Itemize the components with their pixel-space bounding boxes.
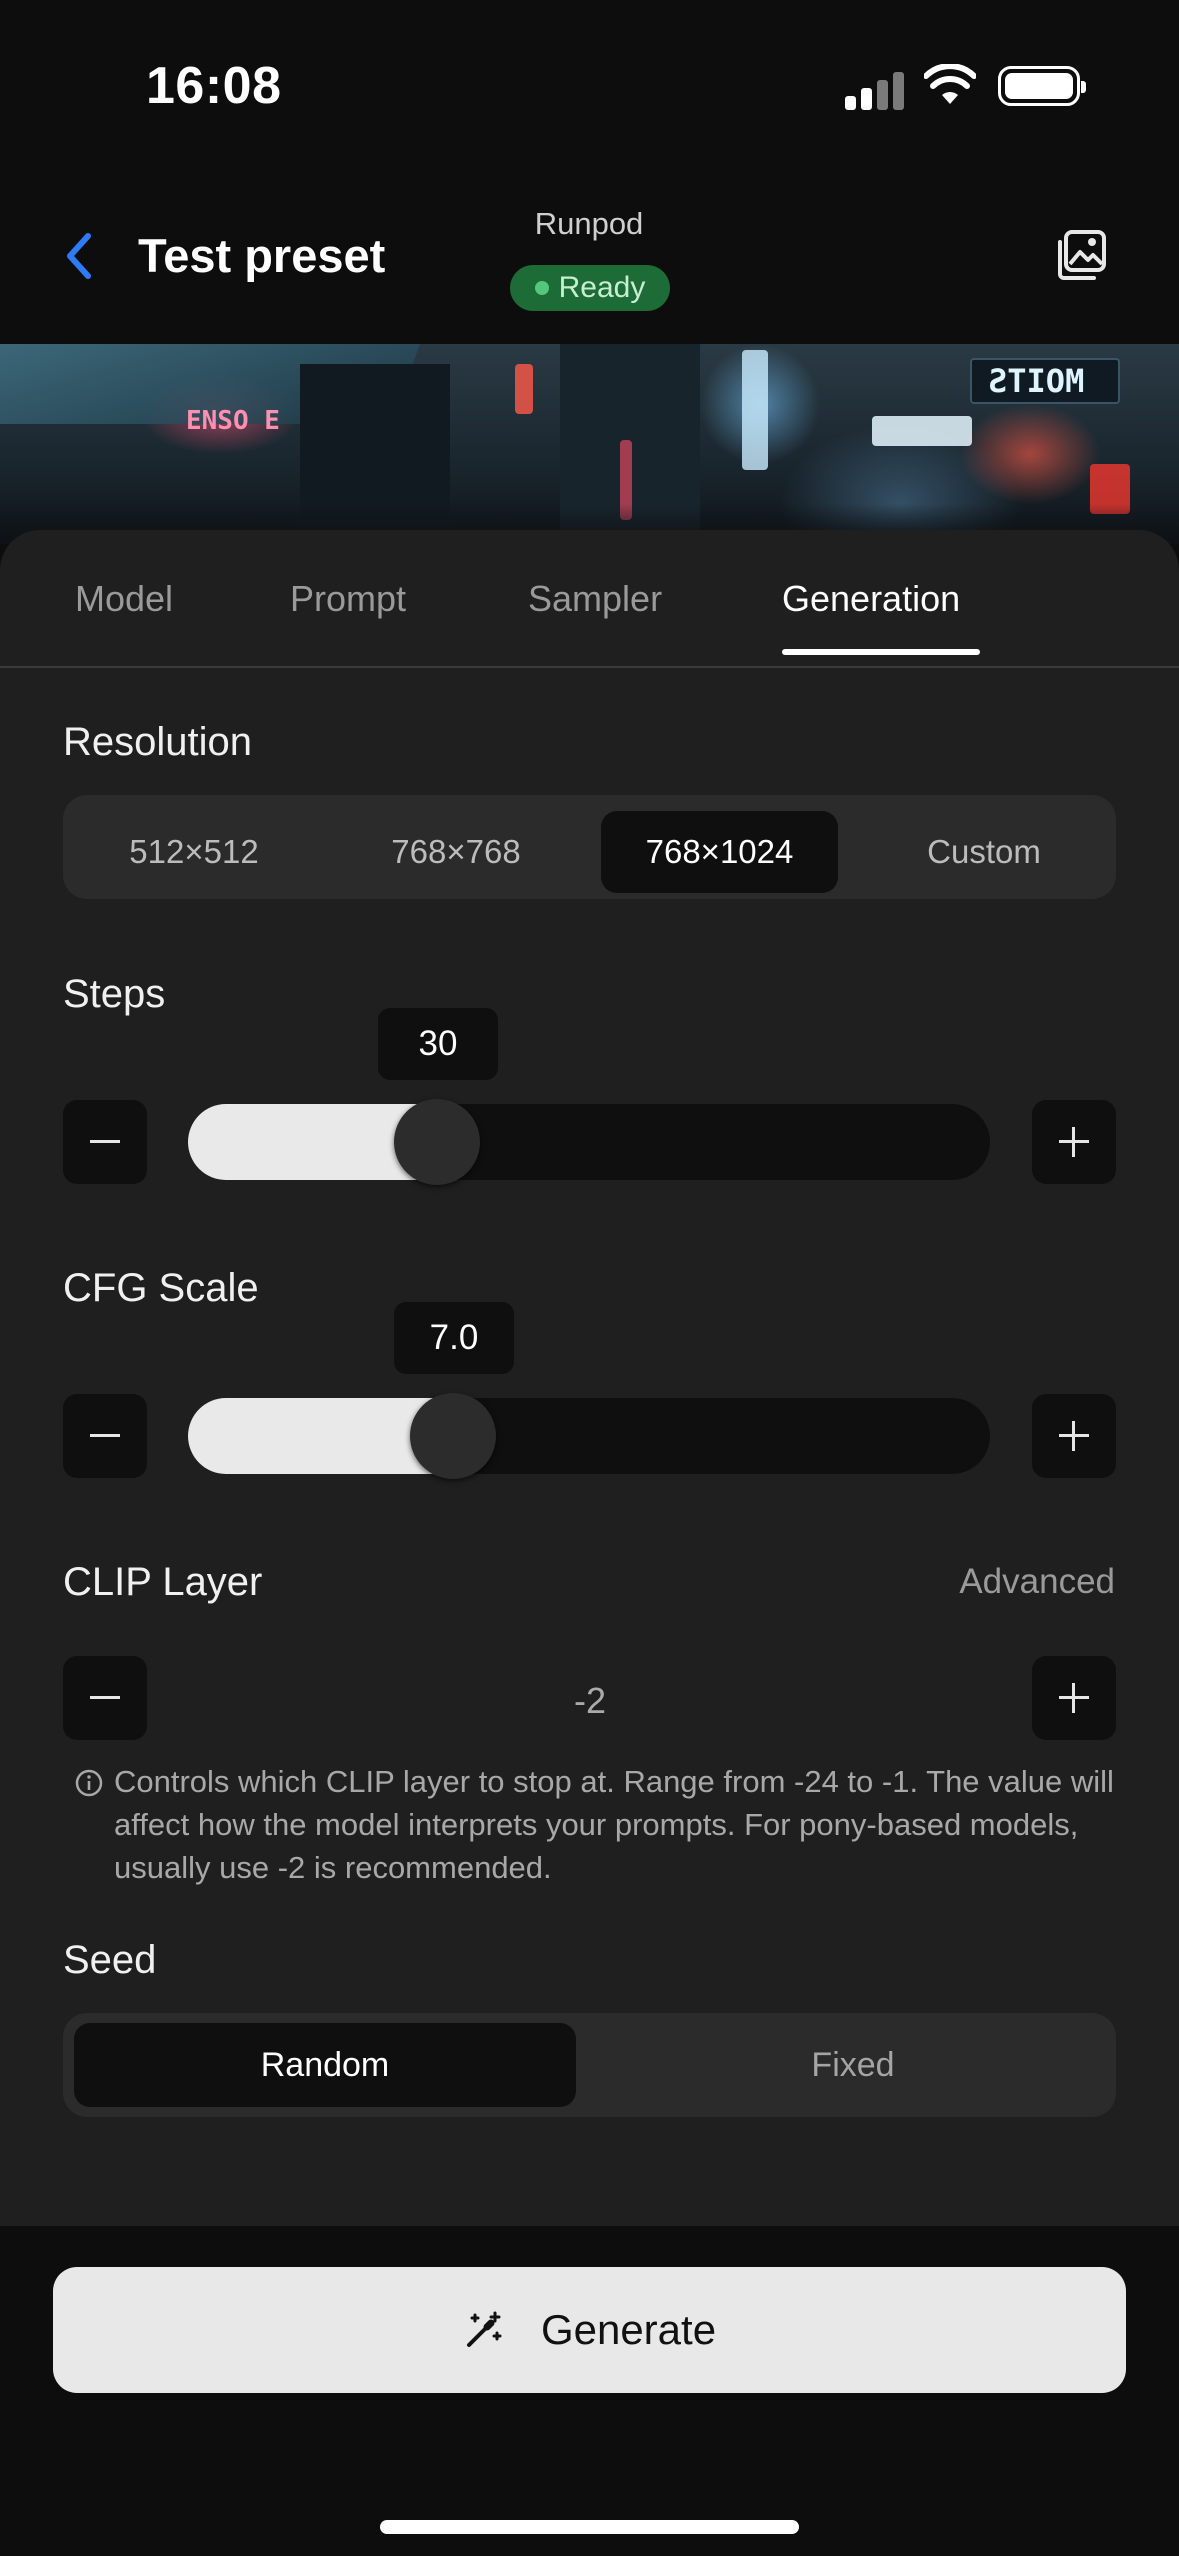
- page-title: Test preset: [138, 229, 386, 282]
- magic-wand-icon: [466, 2311, 502, 2347]
- clip-increment-button[interactable]: [1032, 1656, 1116, 1740]
- tab-generation[interactable]: Generation: [782, 578, 960, 620]
- provider-name: Runpod: [534, 206, 644, 241]
- generate-label: Generate: [540, 2306, 717, 2353]
- steps-slider-thumb[interactable]: [393, 1099, 480, 1185]
- hero-sign-left: ENSO E: [186, 406, 280, 436]
- generate-button[interactable]: Generate: [53, 2267, 1126, 2393]
- info-circle-icon: [75, 1769, 103, 1797]
- status-badge-label: Ready: [558, 271, 646, 304]
- steps-slider[interactable]: [188, 1104, 990, 1180]
- resolution-option-768[interactable]: 768×768: [340, 811, 572, 893]
- tab-divider: [0, 666, 1179, 668]
- home-indicator: [380, 2520, 799, 2534]
- cfg-value-chip: 7.0: [394, 1302, 514, 1374]
- status-badge: Ready: [510, 265, 670, 311]
- cfg-title: CFG Scale: [63, 1266, 259, 1310]
- minus-icon: [90, 1140, 120, 1143]
- cfg-slider[interactable]: [188, 1398, 990, 1474]
- steps-increment-button[interactable]: [1032, 1100, 1116, 1184]
- image-gallery-icon[interactable]: [1052, 228, 1108, 284]
- seed-option-random[interactable]: Random: [74, 2023, 576, 2107]
- seed-title: Seed: [63, 1938, 157, 1982]
- wifi-icon: [924, 64, 976, 104]
- resolution-option-custom[interactable]: Custom: [868, 811, 1100, 893]
- hero-sign-right: ƧTIOM: [988, 362, 1085, 400]
- tab-prompt[interactable]: Prompt: [290, 578, 406, 620]
- clip-layer-title: CLIP Layer: [63, 1560, 263, 1604]
- steps-title: Steps: [63, 972, 166, 1016]
- resolution-option-768x1024[interactable]: 768×1024: [601, 811, 838, 893]
- settings-sheet: [0, 530, 1179, 2226]
- resolution-title: Resolution: [63, 720, 253, 764]
- tab-model[interactable]: Model: [75, 578, 173, 620]
- active-tab-indicator: [782, 649, 980, 655]
- preset-cover-image: ƧTIOM ENSO E: [0, 344, 1179, 544]
- steps-value-chip: 30: [378, 1008, 498, 1080]
- cellular-signal-icon: [845, 68, 907, 110]
- minus-icon: [90, 1696, 120, 1699]
- cfg-decrement-button[interactable]: [63, 1394, 147, 1478]
- clip-layer-help-text: Controls which CLIP layer to stop at. Ra…: [114, 1764, 1114, 1885]
- clip-layer-value: -2: [573, 1680, 606, 1721]
- minus-icon: [90, 1434, 120, 1437]
- status-time: 16:08: [146, 57, 282, 115]
- steps-decrement-button[interactable]: [63, 1100, 147, 1184]
- tab-sampler[interactable]: Sampler: [528, 578, 662, 620]
- resolution-option-512[interactable]: 512×512: [78, 811, 310, 893]
- status-dot-icon: [534, 281, 549, 295]
- cfg-increment-button[interactable]: [1032, 1394, 1116, 1478]
- advanced-link[interactable]: Advanced: [959, 1562, 1115, 1602]
- battery-icon: [998, 66, 1086, 106]
- clip-decrement-button[interactable]: [63, 1656, 147, 1740]
- seed-option-fixed[interactable]: Fixed: [602, 2023, 1104, 2107]
- chevron-left-icon[interactable]: [56, 226, 100, 286]
- cfg-slider-thumb[interactable]: [409, 1393, 496, 1479]
